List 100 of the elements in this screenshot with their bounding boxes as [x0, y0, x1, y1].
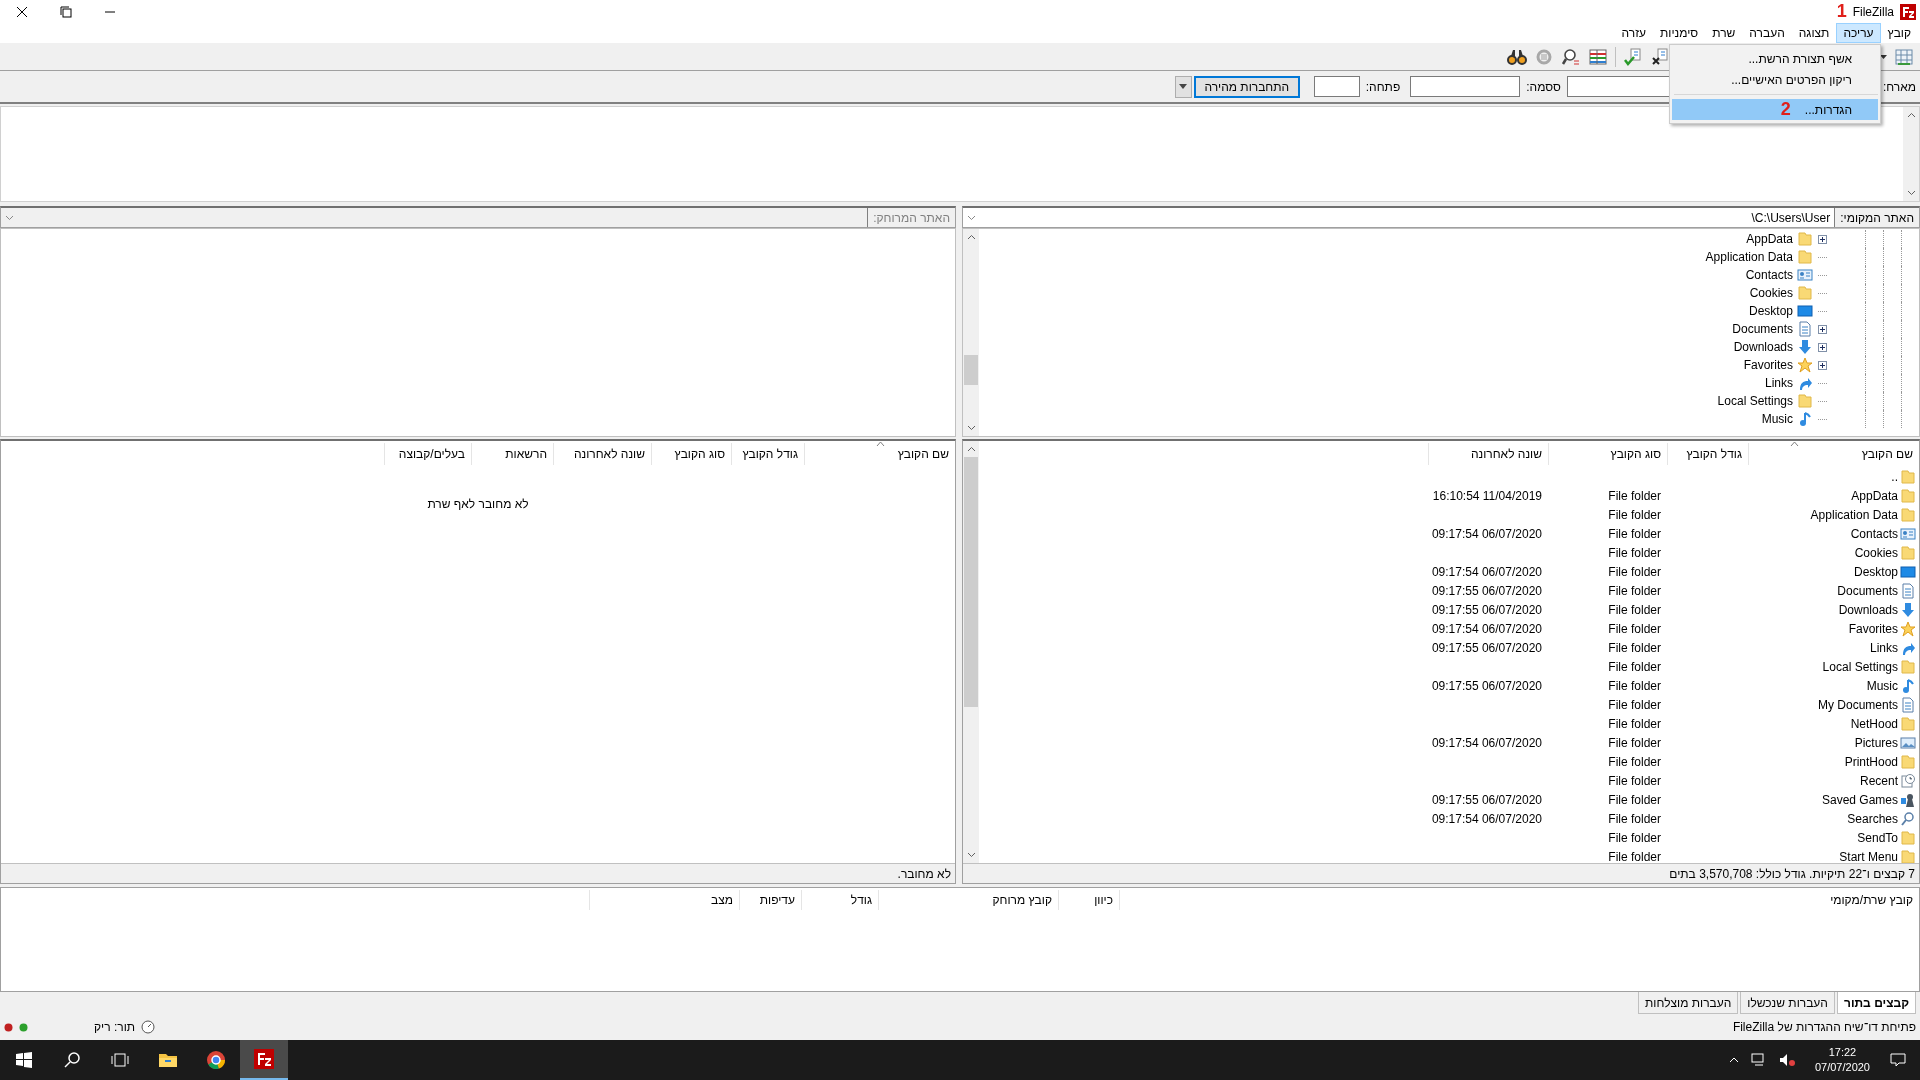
column-header[interactable]: סוג הקובץ	[1548, 443, 1667, 465]
notification-icon[interactable]	[1890, 1053, 1906, 1067]
file-name[interactable]: Cookies	[1854, 545, 1898, 560]
file-name[interactable]: Recent	[1859, 773, 1898, 788]
clock[interactable]: 17:22 07/07/2020	[1814, 1045, 1870, 1075]
scrollbar[interactable]	[963, 441, 979, 863]
menu-item[interactable]: עזרה	[1614, 23, 1653, 43]
column-header[interactable]: גודל הקובץ	[1667, 443, 1748, 465]
column-header[interactable]: שם הקובץ	[1748, 443, 1919, 465]
tree-item[interactable]: Downloads	[1733, 340, 1793, 354]
tab[interactable]: העברות מוצלחות	[1638, 992, 1739, 1014]
menu-item[interactable]: קובץ	[1880, 23, 1918, 43]
volume-muted-icon[interactable]	[1778, 1053, 1795, 1067]
scrollbar[interactable]	[1903, 107, 1919, 201]
file-name[interactable]: PrintHood	[1844, 754, 1898, 769]
file-check-icon[interactable]	[1623, 46, 1643, 67]
column-header[interactable]: סוג הקובץ	[651, 443, 731, 465]
port-field[interactable]	[1313, 76, 1360, 97]
tree-item[interactable]: Local Settings	[1717, 394, 1793, 408]
file-name[interactable]: Music	[1866, 678, 1898, 693]
file-name[interactable]: AppData	[1851, 488, 1898, 503]
menu-item[interactable]: סימניות	[1653, 23, 1706, 43]
file-name[interactable]: ..	[1891, 469, 1898, 484]
menu-item[interactable]: העברה	[1742, 23, 1792, 43]
search-icon[interactable]	[1561, 46, 1581, 67]
speed-limit-icon[interactable]	[141, 1020, 156, 1034]
file-name[interactable]: Application Data	[1810, 507, 1898, 522]
file-name[interactable]: Documents	[1837, 583, 1898, 598]
scroll-up-icon[interactable]	[966, 234, 976, 240]
tree-item[interactable]: Contacts	[1745, 268, 1793, 282]
file-name[interactable]: Desktop	[1853, 564, 1898, 579]
scroll-down-icon[interactable]	[1906, 190, 1916, 196]
tree-item[interactable]: AppData	[1746, 232, 1793, 246]
column-header[interactable]: עדיפות	[739, 890, 801, 910]
expand-icon[interactable]	[1818, 234, 1827, 244]
folder-icon	[1900, 658, 1916, 675]
tab[interactable]: קבצים בתור	[1836, 992, 1916, 1014]
column-header[interactable]: שונה לאחרונה	[553, 443, 651, 465]
menu-item[interactable]: עריכה	[1836, 23, 1881, 43]
column-header[interactable]: כיוון	[1058, 890, 1119, 910]
file-name[interactable]: My Documents	[1817, 697, 1898, 712]
column-header[interactable]: גודל הקובץ	[731, 443, 804, 465]
scrollbar[interactable]	[963, 229, 979, 436]
tree-item[interactable]: Links	[1765, 376, 1793, 390]
tree-item[interactable]: Cookies	[1749, 286, 1793, 300]
scrollbar-thumb[interactable]	[964, 355, 978, 385]
file-name[interactable]: SendTo	[1857, 830, 1898, 845]
status-message: פתיחת דו־שיח ההגדרות של FileZilla	[1732, 1020, 1916, 1034]
network-icon[interactable]	[1750, 1053, 1767, 1067]
dropdown-button[interactable]	[1174, 75, 1192, 98]
chevron-up-icon[interactable]	[1728, 1057, 1739, 1063]
scroll-up-icon[interactable]	[1906, 112, 1916, 118]
column-header[interactable]: קובץ מרוחק	[878, 890, 1058, 910]
tree-item[interactable]: Application Data	[1705, 250, 1793, 264]
file-name[interactable]: Links	[1870, 640, 1898, 655]
file-name[interactable]: Local Settings	[1822, 659, 1898, 674]
scroll-up-icon[interactable]	[966, 446, 976, 452]
tree-item[interactable]: Favorites	[1743, 358, 1793, 372]
expand-icon[interactable]	[1818, 360, 1827, 370]
password-field[interactable]	[1410, 76, 1521, 97]
menu-entry[interactable]: ריקון הפרטים האישיים...	[1672, 69, 1878, 90]
columns-icon[interactable]	[1588, 46, 1608, 67]
file-type: File folder	[1608, 526, 1661, 541]
tree-item[interactable]: Desktop	[1748, 304, 1793, 318]
file-name[interactable]: Pictures	[1854, 735, 1898, 750]
expand-icon[interactable]	[1818, 342, 1827, 352]
down-arrow-icon	[1797, 339, 1813, 355]
file-name[interactable]: Saved Games	[1821, 792, 1898, 807]
file-name[interactable]: Contacts	[1850, 526, 1898, 541]
menu-item[interactable]: שרת	[1705, 23, 1743, 43]
star-icon	[1797, 357, 1813, 373]
column-header[interactable]: שם הקובץ	[804, 443, 955, 465]
file-cancel-icon[interactable]	[1650, 46, 1670, 67]
column-header[interactable]: קובץ שרת/מקומי	[1119, 890, 1919, 910]
server-grid-icon[interactable]	[1894, 46, 1914, 67]
file-name[interactable]: Start Menu	[1839, 849, 1898, 863]
expand-icon[interactable]	[1818, 324, 1827, 334]
column-header[interactable]: שונה לאחרונה	[1428, 443, 1548, 465]
scroll-down-icon[interactable]	[966, 425, 976, 431]
menu-item[interactable]: תצוגה	[1791, 23, 1837, 43]
restore-icon[interactable]	[60, 5, 72, 18]
file-name[interactable]: NetHood	[1850, 716, 1898, 731]
file-name[interactable]: Favorites	[1848, 621, 1898, 636]
quickconnect-button[interactable]: התחברות מהירה	[1193, 75, 1300, 98]
scrollbar-thumb[interactable]	[964, 457, 978, 707]
window-title: FileZilla	[1852, 4, 1894, 19]
column-header[interactable]: מצב	[589, 890, 739, 910]
menu-entry[interactable]: אשף תצורת הרשת...	[1672, 48, 1878, 69]
close-icon[interactable]	[16, 5, 28, 18]
column-header[interactable]: הרשאות	[471, 443, 553, 465]
file-name[interactable]: Searches	[1847, 811, 1898, 826]
column-header[interactable]: גודל	[801, 890, 878, 910]
scroll-down-icon[interactable]	[966, 852, 976, 858]
tab[interactable]: העברות שנכשלו	[1740, 992, 1835, 1014]
tree-item[interactable]: Music	[1761, 412, 1793, 426]
filezilla-taskbar-button[interactable]	[240, 1040, 288, 1080]
column-header[interactable]: בעלים/קבוצה	[384, 443, 471, 465]
caret-icon[interactable]	[1880, 54, 1887, 59]
file-name[interactable]: Downloads	[1838, 602, 1898, 617]
tree-item[interactable]: Documents	[1732, 322, 1793, 336]
